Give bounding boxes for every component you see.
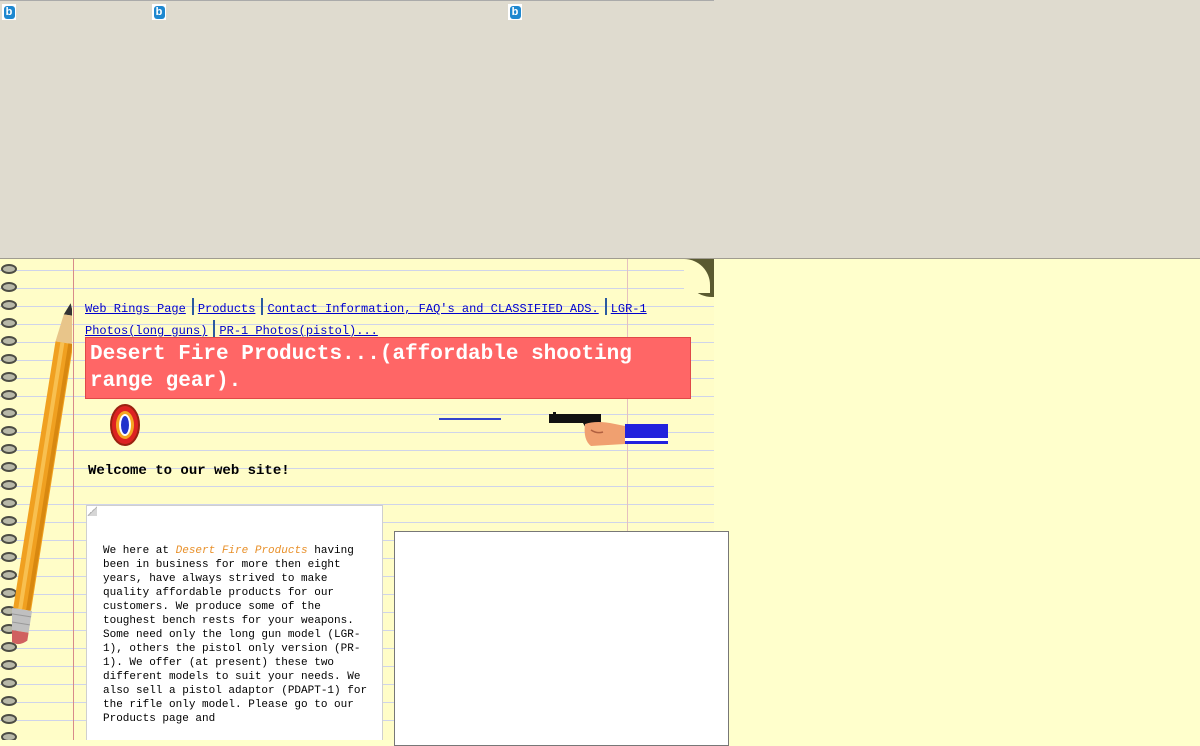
spiral-ring <box>1 282 17 292</box>
intro-text: We here at Desert Fire Products having b… <box>103 544 369 726</box>
nav-separator <box>261 298 264 315</box>
nav-separator <box>191 298 194 315</box>
spiral-ring <box>1 678 17 688</box>
nav-bar: Web Rings Page Products Contact Informatio… <box>85 298 685 342</box>
target-icon <box>110 404 140 446</box>
frame-top-border <box>0 0 714 1</box>
top-empty-frame: b b b <box>0 0 1200 259</box>
page-title: Desert Fire Products...(affordable shoot… <box>85 337 691 399</box>
page-curl-corner <box>684 259 714 297</box>
nav-separator <box>604 298 607 315</box>
intro-card: We here at Desert Fire Products having b… <box>86 505 383 740</box>
intro-body: having been in business for more then ei… <box>103 545 368 725</box>
welcome-heading: Welcome to our web site! <box>88 463 290 479</box>
nav-link-products[interactable]: Products <box>198 302 256 316</box>
nav-separator <box>213 320 216 337</box>
broken-image-icon: b <box>508 4 522 20</box>
spiral-ring <box>1 714 17 724</box>
pencil-icon <box>12 303 72 645</box>
pistol-hand-icon <box>549 412 668 446</box>
divider-line <box>439 418 501 420</box>
nav-link-pr1-photos[interactable]: PR-1 Photos(pistol)... <box>219 324 377 338</box>
intro-lead: We here at <box>103 545 176 557</box>
notebook-margin-line <box>73 259 74 740</box>
spiral-ring <box>1 732 17 740</box>
nav-link-web-rings[interactable]: Web Rings Page <box>85 302 186 316</box>
spiral-ring <box>1 264 17 274</box>
nav-link-contact[interactable]: Contact Information, FAQ's and CLASSIFIE… <box>267 302 598 316</box>
page-fold-icon <box>87 506 97 516</box>
company-name: Desert Fire Products <box>175 545 308 557</box>
empty-content-frame <box>394 531 729 746</box>
broken-image-icon: b <box>2 4 16 20</box>
broken-image-icon: b <box>152 4 166 20</box>
spiral-ring <box>1 696 17 706</box>
